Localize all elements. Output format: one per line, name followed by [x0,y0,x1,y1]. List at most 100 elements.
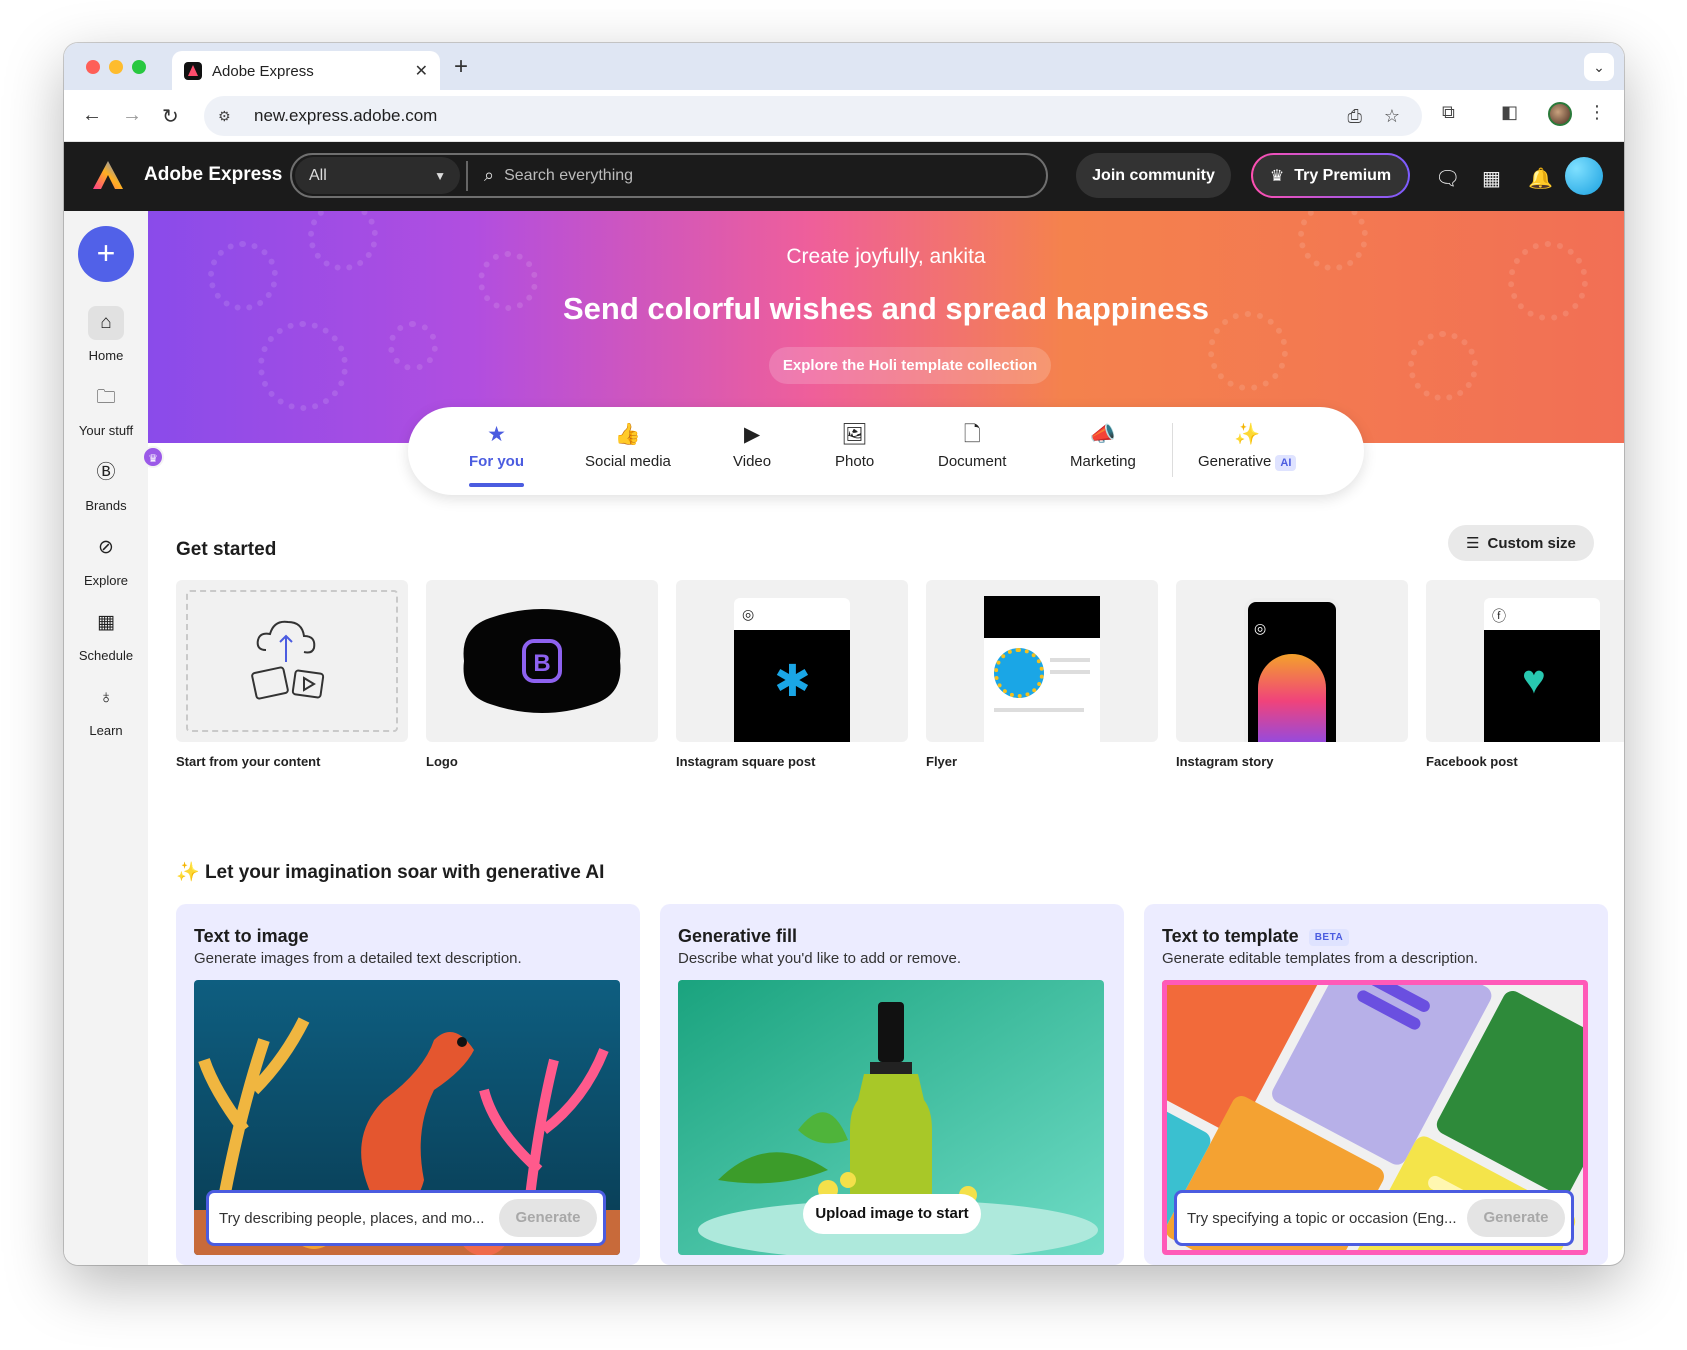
card-description: Describe what you'd like to add or remov… [678,950,962,967]
instagram-icon: ◎ [742,606,755,622]
tab-label: Photo [835,453,875,470]
reload-icon[interactable]: ↻ [162,104,179,129]
try-premium-label: Try Premium [1294,166,1392,184]
template-card-start-from-content[interactable]: Start from your content [176,580,408,769]
generative-fill-card[interactable]: Generative fill Describe what you'd like… [660,904,1124,1265]
heart-icon: ♥ [1522,658,1546,702]
hero-headline: Send colorful wishes and spread happines… [563,291,1209,326]
prompt-input[interactable]: Try specifying a topic or occasion (Eng.… [1187,1210,1457,1227]
sparkle-icon: ✨ [1234,423,1261,446]
bottle-image: Upload image to start [678,980,1104,1255]
generate-button[interactable]: Generate [1467,1199,1565,1237]
text-line [1050,670,1090,674]
card-label: Logo [426,754,458,769]
create-new-button[interactable]: + [78,226,134,282]
chat-icon[interactable]: 🗨 [1435,166,1460,191]
text-line [1050,658,1090,662]
search-bar[interactable]: All ▼ ⌕ Search everything [290,153,1048,198]
template-card-flyer[interactable]: Flyer [926,580,1158,769]
tab-document[interactable]: 🗋 Document [938,421,1006,470]
side-panel-icon[interactable]: ◧ [1501,102,1518,123]
tab-marketing[interactable]: 📣 Marketing [1070,421,1136,470]
card-title-text: Text to template [1162,926,1299,946]
facebook-icon: ⓕ [1492,608,1506,624]
adobe-favicon-icon [184,62,202,80]
search-scope-select[interactable]: All ▼ [295,157,460,194]
join-community-button[interactable]: Join community [1076,153,1231,198]
try-premium-button[interactable]: ♛ Try Premium [1251,153,1410,198]
new-tab-button[interactable]: + [454,53,468,81]
extensions-icon[interactable]: ⧉ [1442,102,1455,123]
template-card-instagram-story[interactable]: ◎ Instagram story [1176,580,1408,769]
close-window-button[interactable] [86,60,100,74]
custom-size-button[interactable]: ☰ Custom size [1448,525,1594,561]
phone-frame: ◎ [1244,598,1340,742]
sidebar-item-learn[interactable]: ♁ Learn [64,681,148,738]
sidebar-item-home[interactable]: ⌂ Home [64,306,148,363]
templates-collage-image: Try specifying a topic or occasion (Eng.… [1162,980,1588,1255]
text-to-template-prompt[interactable]: Try specifying a topic or occasion (Eng.… [1174,1190,1574,1246]
user-avatar[interactable] [1565,157,1603,195]
adobe-express-logo-icon[interactable] [92,160,124,190]
sidebar-item-label: Your stuff [78,423,134,438]
sidebar-item-brands[interactable]: Ⓑ ♛ Brands [64,446,164,513]
sidebar-item-schedule[interactable]: ▦ Schedule [64,606,148,663]
site-settings-icon[interactable]: ⚙ [218,108,240,125]
text-to-image-prompt[interactable]: Try describing people, places, and mo...… [206,1190,606,1246]
apps-grid-icon[interactable]: ▦ [1482,166,1501,191]
tab-strip: Adobe Express ✕ + ⌄ [64,43,1624,91]
maximize-window-button[interactable] [132,60,146,74]
card-label: Instagram square post [676,754,816,769]
ai-badge: AI [1275,455,1297,471]
back-icon[interactable]: ← [82,104,102,127]
tab-generative[interactable]: ✨ Generative AI [1198,421,1297,471]
brand-name[interactable]: Adobe Express [144,164,282,186]
close-tab-icon[interactable]: ✕ [415,61,428,81]
browser-menu-icon[interactable]: ⋮ [1588,102,1606,123]
tab-for-you[interactable]: ★ For you [469,421,524,487]
sidebar-item-explore[interactable]: ⊘ Explore [64,531,148,588]
tab-social-media[interactable]: 👍 Social media [585,421,671,470]
browser-tab[interactable]: Adobe Express ✕ [172,51,440,91]
explore-holi-button[interactable]: Explore the Holi template collection [769,347,1051,384]
card-title: Text to template BETA [1162,926,1350,947]
tab-search-button[interactable]: ⌄ [1584,53,1614,81]
install-app-icon[interactable]: ⎙ [1347,106,1361,127]
upload-image-button[interactable]: Upload image to start [803,1194,981,1234]
template-card-instagram-square[interactable]: ◎ ✱ Instagram square post [676,580,908,769]
forward-icon[interactable]: → [122,104,142,127]
beta-badge: BETA [1308,928,1350,946]
tab-separator [1172,423,1173,477]
flyer-page [984,596,1100,742]
star-icon: ★ [487,423,506,446]
sidebar-item-your-stuff[interactable]: 🗀 Your stuff [64,381,148,438]
home-icon: ⌂ [88,306,124,340]
image-icon: 🖼 [841,423,868,446]
card-title: Generative fill [678,926,798,946]
template-card-facebook-post[interactable]: ⓕ ♥ Facebook post [1426,580,1624,769]
phone-frame: ◎ ✱ [734,598,850,742]
template-card-logo[interactable]: B Logo [426,580,658,769]
folder-icon: 🗀 [96,387,116,408]
text-to-image-card[interactable]: Text to image Generate images from a det… [176,904,640,1265]
browser-profile-avatar[interactable] [1548,102,1572,126]
generate-button[interactable]: Generate [499,1199,597,1237]
document-icon: 🗋 [963,423,981,446]
tab-photo[interactable]: 🖼 Photo [835,421,874,470]
search-input[interactable]: Search everything [504,167,633,185]
url-field[interactable]: ⚙ new.express.adobe.com ⎙ ☆ [204,96,1422,136]
address-bar-row: ← → ↻ ⚙ new.express.adobe.com ⎙ ☆ ⧉ ◧ ⋮ [64,90,1624,142]
text-to-template-card[interactable]: Text to template BETA Generate editable t… [1144,904,1608,1265]
bookmark-star-icon[interactable]: ☆ [1384,106,1400,127]
minimize-window-button[interactable] [109,60,123,74]
url-text: new.express.adobe.com [254,106,438,125]
tab-video[interactable]: ▶ Video [733,421,771,470]
seahorse-image: Try describing people, places, and mo...… [194,980,620,1255]
generative-ai-title: Let your imagination soar with generativ… [204,862,605,883]
notifications-bell-icon[interactable]: 🔔 [1528,166,1553,191]
upload-content-icon [251,620,325,700]
card-description: Generate images from a detailed text des… [194,950,522,967]
star-icon: ✱ [774,657,811,706]
prompt-input[interactable]: Try describing people, places, and mo... [219,1210,484,1227]
sidebar-item-label: Learn [89,723,123,738]
